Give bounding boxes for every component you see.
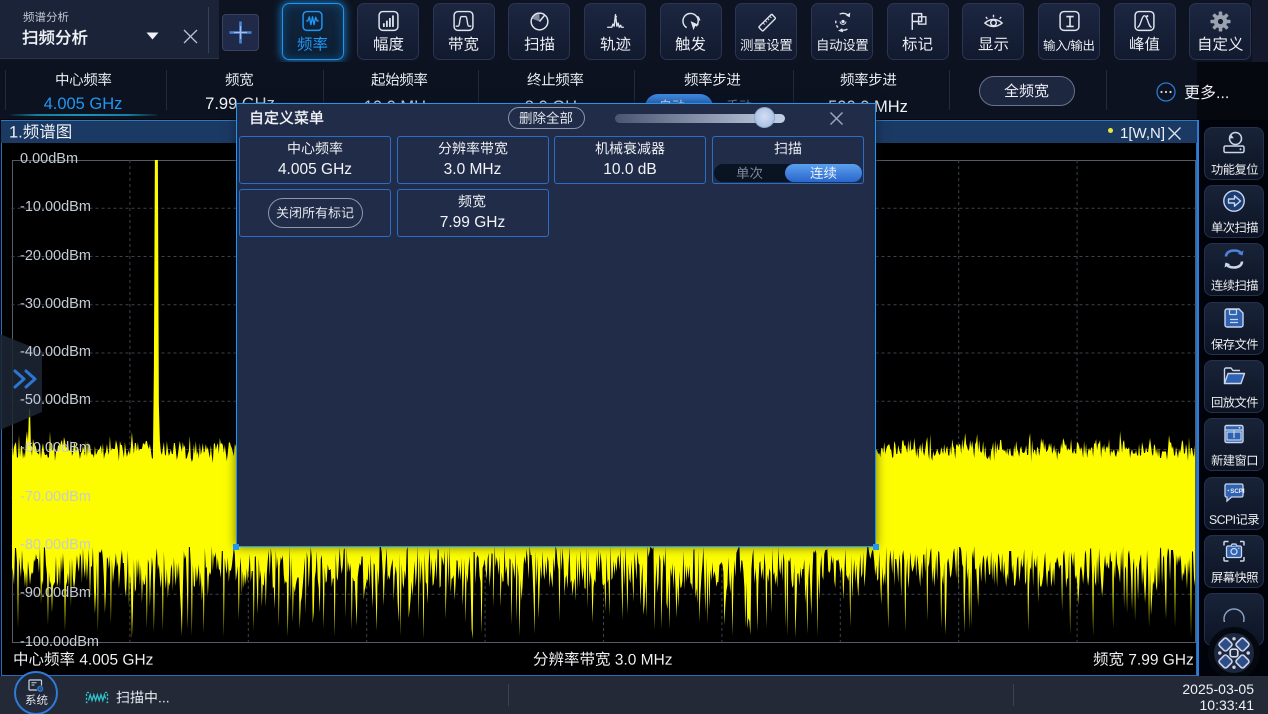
svg-text:SCPI: SCPI [1230,488,1245,495]
